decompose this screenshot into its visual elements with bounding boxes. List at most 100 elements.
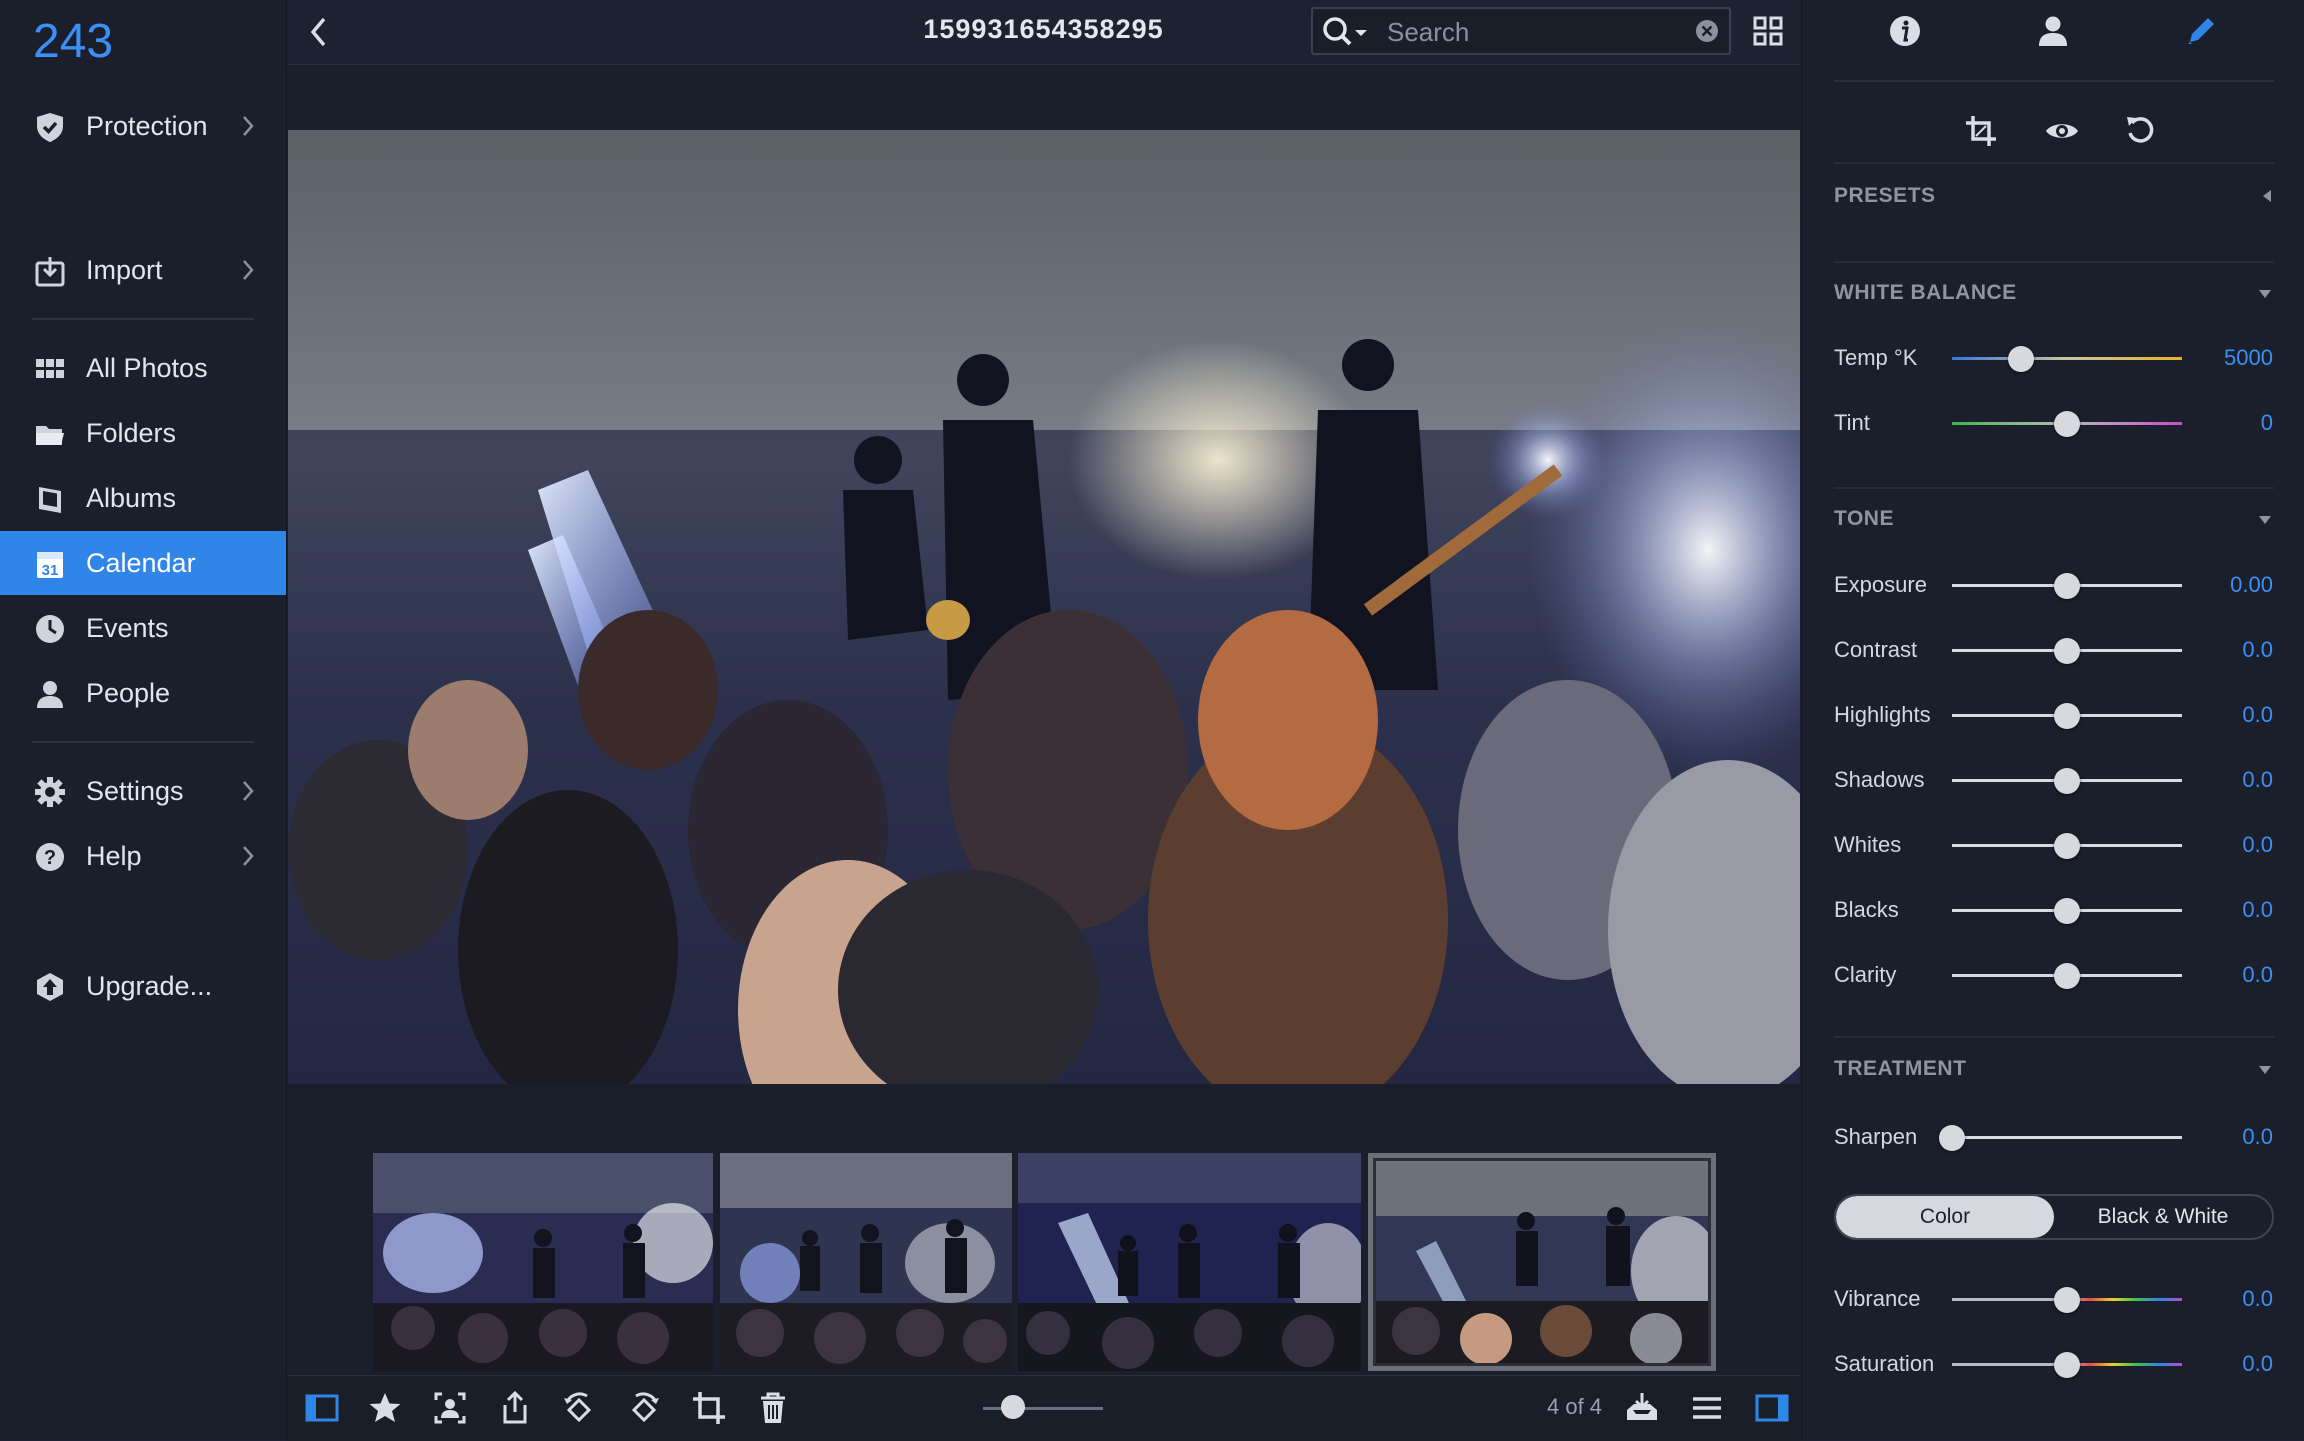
svg-text:?: ? <box>44 847 56 869</box>
slider-knob[interactable] <box>2054 898 2080 924</box>
rotate-left-icon[interactable] <box>561 1390 597 1426</box>
slider-label: Highlights <box>1834 702 1931 727</box>
list-menu-icon[interactable] <box>1689 1390 1725 1426</box>
sidebar-item-all-photos[interactable]: All Photos <box>0 336 286 400</box>
shield-check-icon <box>37 113 63 142</box>
panel-divider <box>1834 261 2274 263</box>
sidebar-item-label: Calendar <box>86 547 196 578</box>
search-icon[interactable] <box>1321 15 1373 49</box>
thumbnail-image <box>720 1153 1012 1371</box>
slider-knob[interactable] <box>2008 346 2034 372</box>
pencil-icon[interactable] <box>2184 14 2218 48</box>
filmstrip-thumbnail[interactable] <box>720 1153 1012 1371</box>
sidebar: 243 Protection Import All Photos Folders… <box>0 0 287 1440</box>
slider-label: Temp °K <box>1834 345 1918 370</box>
slider-value[interactable]: 0.0 <box>2242 897 2273 923</box>
folder-icon <box>36 426 64 445</box>
slider-knob[interactable] <box>2054 703 2080 729</box>
slider-value[interactable]: 0.0 <box>2242 767 2273 793</box>
slider-knob[interactable] <box>1939 1125 1965 1151</box>
slider-knob[interactable] <box>2054 1352 2080 1378</box>
filmstrip-thumbnail[interactable] <box>1018 1153 1361 1371</box>
face-tag-icon[interactable] <box>432 1390 468 1426</box>
sidebar-item-events[interactable]: Events <box>0 596 286 660</box>
star-icon[interactable] <box>367 1390 403 1426</box>
grid-view-icon[interactable] <box>1753 16 1783 46</box>
slider-knob[interactable] <box>2054 573 2080 599</box>
panel-divider <box>1834 1036 2274 1038</box>
slider-label: Whites <box>1834 832 1902 857</box>
sidebar-item-label: Import <box>86 254 163 285</box>
expand-down-arrow-icon[interactable] <box>2257 514 2273 526</box>
slider-knob[interactable] <box>2054 638 2080 664</box>
album-icon <box>39 487 61 513</box>
slider-value[interactable]: 0.0 <box>2242 962 2273 988</box>
slider-value[interactable]: 0.0 <box>2242 832 2273 858</box>
filmstrip-thumbnail-selected[interactable] <box>1368 1153 1716 1371</box>
slider-knob[interactable] <box>2054 1287 2080 1313</box>
calendar-day-label: 31 <box>42 562 59 579</box>
concert-photo-image <box>288 130 1800 1084</box>
sidebar-item-help[interactable]: ? Help <box>0 824 286 888</box>
calendar-icon: 31 <box>37 552 63 579</box>
help-icon: ? <box>36 843 64 871</box>
trash-icon[interactable] <box>755 1390 791 1426</box>
sidebar-divider <box>32 741 254 743</box>
reset-icon[interactable] <box>2124 114 2158 148</box>
share-icon[interactable] <box>497 1390 533 1426</box>
crop-icon[interactable] <box>1964 114 1998 148</box>
slider-knob[interactable] <box>2054 833 2080 859</box>
person-icon <box>37 681 63 708</box>
toggle-sidebar-icon[interactable] <box>304 1390 340 1426</box>
slider-value[interactable]: 0.0 <box>2242 1124 2273 1150</box>
slider-track[interactable] <box>1952 1136 2182 1139</box>
section-white-balance[interactable]: WHITE BALANCE <box>1834 281 2017 305</box>
zoom-slider-knob[interactable] <box>1001 1395 1025 1419</box>
section-presets[interactable]: PRESETS <box>1834 184 1936 208</box>
clear-search-icon[interactable] <box>1695 19 1719 43</box>
slider-value[interactable]: 0.0 <box>2242 1351 2273 1377</box>
slider-track[interactable] <box>1952 357 2182 360</box>
filmstrip-thumbnail[interactable] <box>373 1153 713 1371</box>
sidebar-item-albums[interactable]: Albums <box>0 466 286 530</box>
slider-value[interactable]: 0.0 <box>2242 637 2273 663</box>
sidebar-item-upgrade[interactable]: Upgrade... <box>0 954 286 1018</box>
slider-knob[interactable] <box>2054 411 2080 437</box>
sidebar-item-people[interactable]: People <box>0 661 286 725</box>
slider-knob[interactable] <box>2054 768 2080 794</box>
info-icon[interactable] <box>1888 14 1922 48</box>
section-treatment[interactable]: TREATMENT <box>1834 1057 1966 1081</box>
main-photo[interactable] <box>288 130 1800 1084</box>
search-box[interactable] <box>1311 7 1731 55</box>
slider-knob[interactable] <box>2054 963 2080 989</box>
slider-value[interactable]: 5000 <box>2224 345 2273 371</box>
slider-value[interactable]: 0.0 <box>2242 1286 2273 1312</box>
sidebar-item-settings[interactable]: Settings <box>0 759 286 823</box>
slider-value[interactable]: 0.0 <box>2242 702 2273 728</box>
slider-label: Sharpen <box>1834 1124 1918 1149</box>
color-mode-black-white[interactable]: Black & White <box>2054 1196 2272 1238</box>
color-mode-color[interactable]: Color <box>1836 1196 2054 1238</box>
download-tray-icon[interactable] <box>1624 1390 1660 1426</box>
crop-icon[interactable] <box>691 1390 727 1426</box>
panel-divider <box>1834 80 2274 82</box>
person-icon[interactable] <box>2036 14 2070 48</box>
search-input[interactable] <box>1385 15 1689 49</box>
import-icon <box>35 257 65 287</box>
rotate-right-icon[interactable] <box>626 1390 662 1426</box>
sidebar-item-calendar[interactable]: 31 Calendar <box>0 531 286 595</box>
color-mode-toggle[interactable]: Color Black & White <box>1834 1194 2274 1240</box>
collapse-left-arrow-icon[interactable] <box>2261 188 2273 204</box>
section-tone[interactable]: TONE <box>1834 507 1894 531</box>
slider-value[interactable]: 0.00 <box>2230 572 2273 598</box>
sidebar-item-protection[interactable]: Protection <box>0 94 286 158</box>
eye-icon[interactable] <box>2044 114 2080 148</box>
photo-count: 243 <box>33 15 114 68</box>
toggle-panel-icon[interactable] <box>1754 1390 1790 1426</box>
expand-down-arrow-icon[interactable] <box>2257 1064 2273 1076</box>
zoom-slider[interactable] <box>983 1395 1103 1419</box>
slider-value[interactable]: 0 <box>2261 410 2273 436</box>
expand-down-arrow-icon[interactable] <box>2257 288 2273 300</box>
sidebar-item-import[interactable]: Import <box>0 238 286 302</box>
sidebar-item-folders[interactable]: Folders <box>0 401 286 465</box>
